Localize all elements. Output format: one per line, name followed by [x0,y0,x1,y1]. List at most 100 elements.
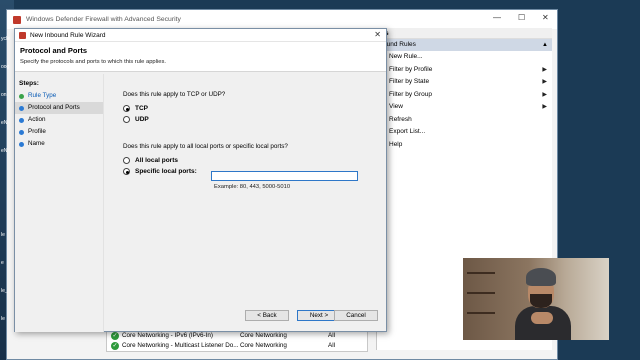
ports-question: Does this rule apply to all local ports … [123,143,288,150]
desktop-icon[interactable]: e [1,260,13,274]
desktop-icon[interactable]: ycle [1,36,13,50]
action-item[interactable]: New Rule... [377,51,552,64]
actions-section-inbound-rules[interactable]: ound Rules ▲ [377,39,552,51]
desktop-icon[interactable] [1,204,13,218]
submenu-arrow-icon: ▶ [542,79,547,85]
desktop-icon[interactable]: le [1,316,13,330]
shelf [467,292,495,294]
wizard-step-label: Rule Type [28,92,57,99]
desktop-icon[interactable]: eN [1,148,13,162]
rule-name-cell: Core Networking - IPv6 (IPv6-In) [122,332,213,339]
rule-profile-cell: All [328,332,335,339]
step-status-icon [19,117,24,123]
radio-button[interactable] [123,116,130,123]
action-item-label: Filter by Profile [389,65,433,73]
action-item[interactable]: View ▶ [377,101,552,114]
ports-option-label: All local ports [135,157,178,164]
presenter-hands [531,312,553,324]
cancel-button[interactable]: Cancel [334,310,378,321]
radio-button[interactable] [123,168,130,175]
minimize-button[interactable]: — [493,13,501,22]
actions-section-label: ound Rules [383,41,416,48]
submenu-arrow-icon: ▶ [542,104,547,110]
enabled-check-icon: ✓ [111,342,119,350]
action-item-label: Filter by Group [389,90,432,98]
action-item-label: View [389,103,403,110]
rule-profile-cell: All [328,342,335,349]
action-item[interactable]: Filter by Profile ▶ [377,64,552,77]
protocol-option-label: UDP [135,116,149,123]
action-item[interactable]: Refresh [377,114,552,127]
action-item-label: New Rule... [389,53,423,60]
rule-group-cell: Core Networking [240,332,287,339]
action-item[interactable]: Filter by State ▶ [377,76,552,89]
desktop-icon[interactable]: le [1,232,13,246]
wizard-step[interactable]: Action [15,114,103,126]
firewall-app-icon [13,15,21,24]
desktop-icon[interactable] [1,176,13,190]
collapse-caret-icon[interactable]: ▲ [542,39,548,51]
protocol-option[interactable]: UDP [123,114,383,125]
protocol-option[interactable]: TCP [123,103,383,114]
wizard-step-label: Name [28,140,45,147]
desktop-icon[interactable]: on [1,92,13,106]
wizard-title: New Inbound Rule Wizard [30,31,106,39]
protocol-option-label: TCP [135,105,148,112]
shelf [467,312,495,314]
step-status-icon [19,129,24,135]
wizard-content: Does this rule apply to TCP or UDP? TCP U… [123,91,383,177]
back-button[interactable]: < Back [245,310,289,321]
ports-example-text: Example: 80, 443, 5000-5010 [214,184,291,190]
table-row[interactable]: ✓ Core Networking - Multicast Listener Do… [107,341,367,351]
action-item-label: Refresh [389,115,412,123]
presenter [515,268,575,340]
step-status-icon [19,93,24,99]
step-status-icon [19,141,24,147]
desktop-icon[interactable]: oog [1,64,13,78]
wizard-step-label: Profile [28,128,46,135]
desktop-icon[interactable]: eN [1,120,13,134]
action-item[interactable]: Filter by Group ▶ [377,89,552,102]
wizard-titlebar: New Inbound Rule Wizard ✕ [15,29,386,42]
wizard-step[interactable]: Rule Type [15,90,103,102]
action-item-label: Export List... [389,128,426,135]
rule-name-cell: Core Networking - Multicast Listener Do.… [122,342,239,349]
table-row[interactable]: ✓ Core Networking - IPv6 (IPv6-In) Core Ne… [107,331,367,341]
webcam-overlay [463,258,609,340]
radio-button[interactable] [123,105,130,112]
submenu-arrow-icon: ▶ [542,91,547,98]
main-window-title: Windows Defender Firewall with Advanced … [26,16,181,23]
step-status-icon [19,105,24,111]
main-titlebar: Windows Defender Firewall with Advanced … [7,10,557,29]
radio-button[interactable] [123,157,130,164]
maximize-button[interactable]: ☐ [518,13,525,22]
action-item[interactable]: Help [377,139,552,152]
presenter-beanie [526,268,556,286]
wizard-step-label: Protocol and Ports [28,104,80,111]
enabled-check-icon: ✓ [111,332,119,340]
shelf [467,272,495,274]
specific-ports-input[interactable] [211,171,358,181]
new-inbound-rule-wizard: New Inbound Rule Wizard ✕ Protocol and P… [14,28,387,332]
protocol-question: Does this rule apply to TCP or UDP? [123,91,226,98]
ports-option[interactable]: All local ports [123,155,383,166]
wizard-steps-pane: Steps: Rule Type Protocol and Ports Action… [15,74,104,332]
wizard-step[interactable]: Protocol and Ports [15,102,103,114]
wizard-header: Protocol and Ports Specify the protocols… [15,42,386,72]
wizard-step-label: Action [28,116,46,123]
rule-group-cell: Core Networking [240,342,287,349]
action-item-label: Filter by State [389,78,430,85]
wizard-app-icon [19,31,26,39]
close-button[interactable]: ✕ [542,13,549,22]
wizard-step[interactable]: Profile [15,126,103,138]
wizard-page-title: Protocol and Ports [20,46,88,55]
actions-header: ns [377,28,552,39]
wizard-page-subtitle: Specify the protocols and ports to which… [20,59,166,65]
action-item[interactable]: Export List... [377,126,552,139]
ports-option-label: Specific local ports: [135,168,197,175]
desktop-icon[interactable]: le_ [1,288,13,302]
submenu-arrow-icon: ▶ [542,66,547,73]
wizard-close-button[interactable]: ✕ [374,30,381,39]
wizard-step[interactable]: Name [15,138,103,150]
steps-title: Steps: [19,80,39,87]
